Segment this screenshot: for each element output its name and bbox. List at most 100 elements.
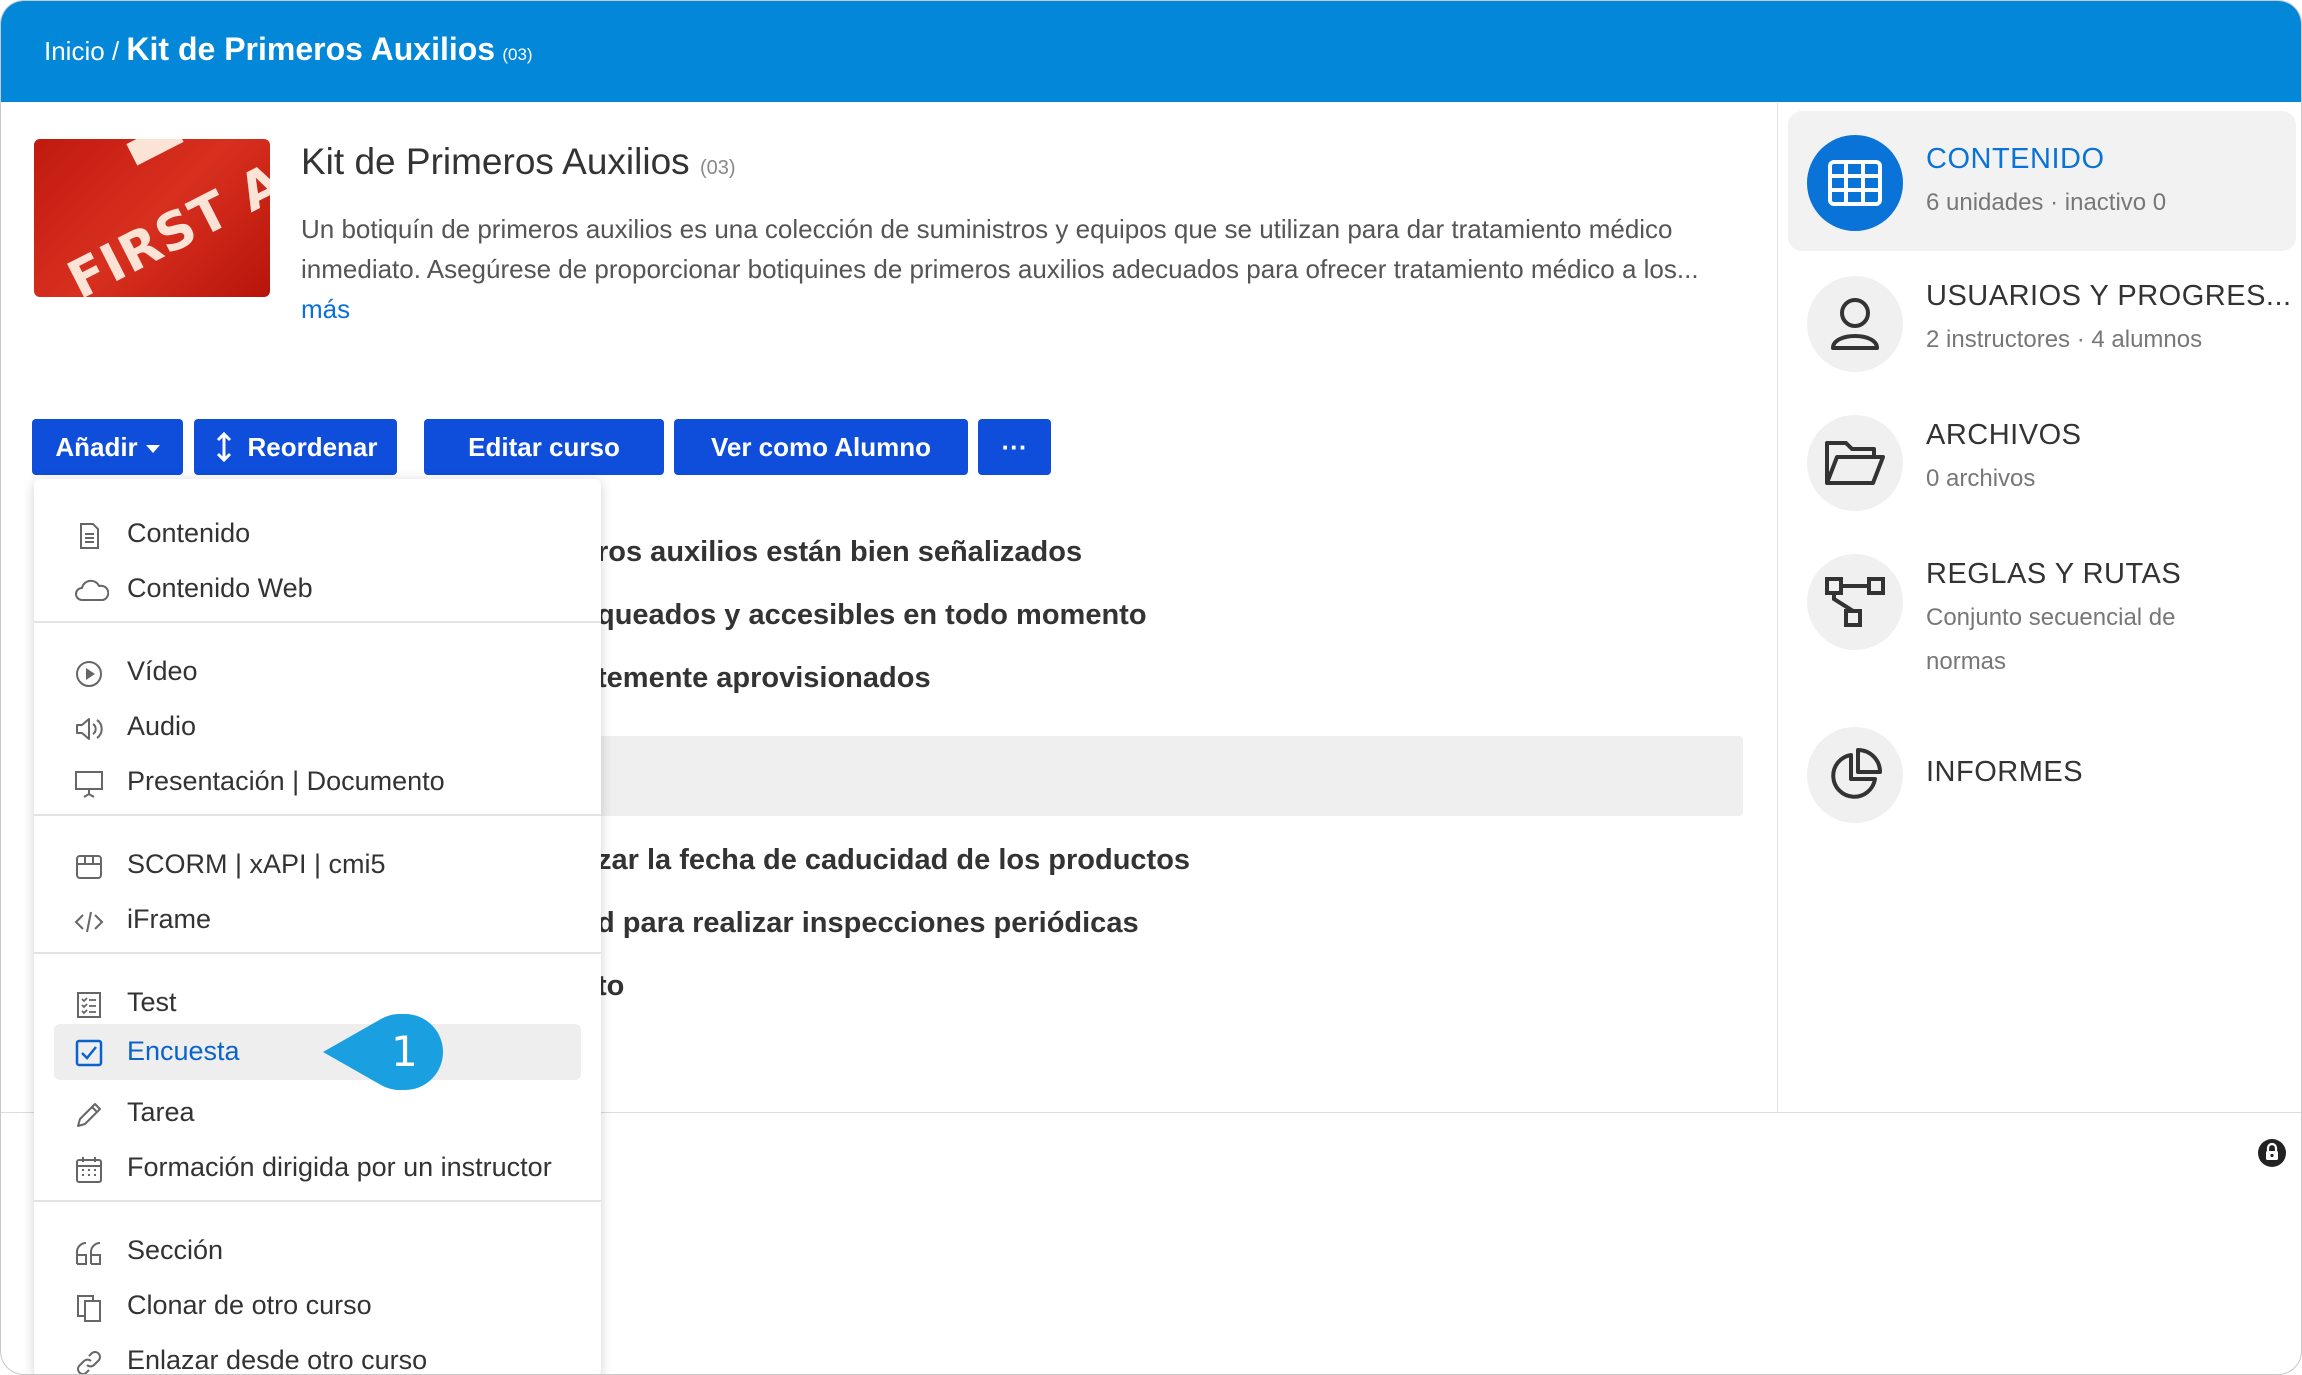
menu-item-audio[interactable]: Audio: [34, 701, 601, 755]
sidebar-item-content[interactable]: CONTENIDO 6 unidades · inactivo 0: [1788, 111, 2296, 251]
reorder-button[interactable]: Reordenar: [194, 419, 397, 475]
more-options-label: ···: [1001, 431, 1028, 462]
more-options-button[interactable]: ···: [978, 419, 1051, 475]
pencil-icon: [77, 1103, 101, 1127]
menu-item-label: Sección: [127, 1235, 224, 1265]
package-icon: [76, 855, 102, 879]
breadcrumb-course: Kit de Primeros Auxilios: [126, 31, 496, 67]
course-code: (03): [699, 157, 736, 179]
calendar-icon: [76, 1157, 102, 1183]
top-bar: Inicio / Kit de Primeros Auxilios (03): [1, 1, 2301, 102]
menu-item-assignment[interactable]: Tarea: [34, 1087, 601, 1141]
unit-item[interactable]: queados y accesibles en todo momento: [597, 599, 1147, 632]
thumbnail-text: FIRST AID: [58, 139, 270, 297]
menu-item-content[interactable]: Contenido: [34, 508, 601, 562]
quote-icon: [76, 1242, 101, 1265]
view-as-learner-label: Ver como Alumno: [710, 431, 932, 462]
user-icon: [1807, 276, 1903, 372]
menu-item-label: Test: [127, 987, 177, 1017]
breadcrumb: Inicio / Kit de Primeros Auxilios (03): [44, 31, 533, 68]
play-icon: [76, 661, 102, 687]
menu-separator: [34, 621, 601, 623]
sidebar-item-subtitle: 0 archivos: [1926, 465, 2036, 492]
course-title-text: Kit de Primeros Auxilios: [301, 141, 690, 182]
menu-item-iframe[interactable]: iFrame: [34, 894, 601, 948]
view-as-learner-button[interactable]: Ver como Alumno: [674, 419, 968, 475]
sidebar-item-files[interactable]: ARCHIVOS 0 archivos: [1788, 405, 2296, 535]
breadcrumb-home-link[interactable]: Inicio: [44, 36, 105, 66]
piechart-icon: [1807, 727, 1903, 823]
folder-icon: [1807, 415, 1903, 511]
menu-item-label: Encuesta: [127, 1036, 240, 1066]
grid-icon: [1807, 135, 1903, 231]
reorder-arrows-icon: [217, 432, 232, 462]
sidebar-item-subtitle: Conjunto secuencial de normas: [1926, 604, 2176, 675]
breadcrumb-separator: /: [111, 36, 120, 66]
menu-item-test[interactable]: Test: [34, 977, 601, 1031]
callout-number: 1: [391, 1027, 418, 1076]
menu-item-label: Audio: [127, 711, 197, 741]
section-row[interactable]: [597, 736, 1743, 816]
checkbox-icon: [75, 1039, 103, 1067]
add-button-label: Añadir: [55, 431, 138, 462]
add-dropdown-menu: Contenido Contenido Web Vídeo Audio Pres…: [34, 479, 601, 1374]
sidebar-item-subtitle: 6 unidades · inactivo 0: [1926, 189, 2167, 216]
unit-item[interactable]: d para realizar inspecciones periódicas: [597, 907, 1139, 940]
more-link[interactable]: más: [301, 294, 350, 324]
code-icon: [74, 911, 104, 933]
menu-item-label: iFrame: [127, 904, 212, 934]
menu-separator: [34, 952, 601, 954]
app-window: Inicio / Kit de Primeros Auxilios (03) F…: [0, 0, 2302, 1375]
menu-item-label: Clonar de otro curso: [127, 1290, 372, 1320]
menu-item-label: SCORM | xAPI | cmi5: [127, 849, 386, 879]
menu-item-label: Contenido: [127, 518, 251, 548]
sidebar-item-rules[interactable]: REGLAS Y RUTAS Conjunto secuencial de no…: [1788, 544, 2296, 704]
menu-item-label: Formación dirigida por un instructor: [127, 1152, 552, 1182]
edit-course-button[interactable]: Editar curso: [424, 419, 664, 475]
menu-item-survey[interactable]: Encuesta: [54, 1024, 581, 1080]
sidebar-item-title: ARCHIVOS: [1926, 419, 2082, 451]
menu-item-link-course[interactable]: Enlazar desde otro curso: [34, 1335, 601, 1374]
menu-separator: [34, 814, 601, 816]
breadcrumb-code: (03): [502, 45, 533, 64]
sidebar-item-title: REGLAS Y RUTAS: [1926, 558, 2182, 590]
sidebar-item-subtitle: 2 instructores · 4 alumnos: [1926, 326, 2203, 353]
caret-down-icon: [145, 444, 160, 453]
flow-icon: [1807, 554, 1903, 650]
sidebar-item-reports[interactable]: INFORMES: [1788, 719, 2296, 829]
document-icon: [80, 523, 99, 549]
menu-item-web-content[interactable]: Contenido Web: [34, 563, 601, 617]
checklist-icon: [77, 992, 101, 1018]
course-title: Kit de Primeros Auxilios (03): [301, 141, 736, 183]
add-button[interactable]: Añadir: [32, 419, 183, 475]
menu-item-clone[interactable]: Clonar de otro curso: [34, 1280, 601, 1334]
sidebar-item-title: INFORMES: [1926, 756, 2084, 788]
cloud-icon: [75, 579, 109, 601]
thumbnail-cross-shape: [126, 139, 184, 166]
menu-item-presentation[interactable]: Presentación | Documento: [34, 756, 601, 810]
unit-item[interactable]: ros auxilios están bien señalizados: [597, 536, 1082, 569]
step-callout: 1: [321, 1011, 446, 1093]
course-thumbnail: FIRST AID: [34, 139, 270, 297]
menu-item-video[interactable]: Vídeo: [34, 646, 601, 700]
lock-icon[interactable]: [2257, 1138, 2287, 1168]
menu-item-label: Tarea: [127, 1097, 195, 1127]
link-icon: [77, 1351, 101, 1374]
menu-separator: [34, 1200, 601, 1202]
menu-item-label: Vídeo: [127, 656, 198, 686]
unit-item[interactable]: zar la fecha de caducidad de los product…: [597, 844, 1190, 877]
unit-item[interactable]: to: [597, 970, 624, 1003]
sidebar-item-title: CONTENIDO: [1926, 143, 2105, 175]
clone-icon: [77, 1295, 101, 1322]
course-description: Un botiquín de primeros auxilios es una …: [301, 209, 1721, 329]
menu-item-label: Contenido Web: [127, 573, 313, 603]
edit-course-label: Editar curso: [468, 431, 620, 462]
menu-item-instructor-led[interactable]: Formación dirigida por un instructor: [34, 1142, 601, 1196]
course-description-text: Un botiquín de primeros auxilios es una …: [301, 214, 1699, 284]
menu-item-section[interactable]: Sección: [34, 1225, 601, 1279]
unit-item[interactable]: temente aprovisionados: [597, 662, 931, 695]
sidebar-item-users[interactable]: USUARIOS Y PROGRES... 2 instructores · 4…: [1788, 266, 2296, 396]
menu-item-label: Presentación | Documento: [127, 766, 445, 796]
menu-item-scorm[interactable]: SCORM | xAPI | cmi5: [34, 839, 601, 893]
sidebar-item-title: USUARIOS Y PROGRES...: [1926, 280, 2292, 312]
